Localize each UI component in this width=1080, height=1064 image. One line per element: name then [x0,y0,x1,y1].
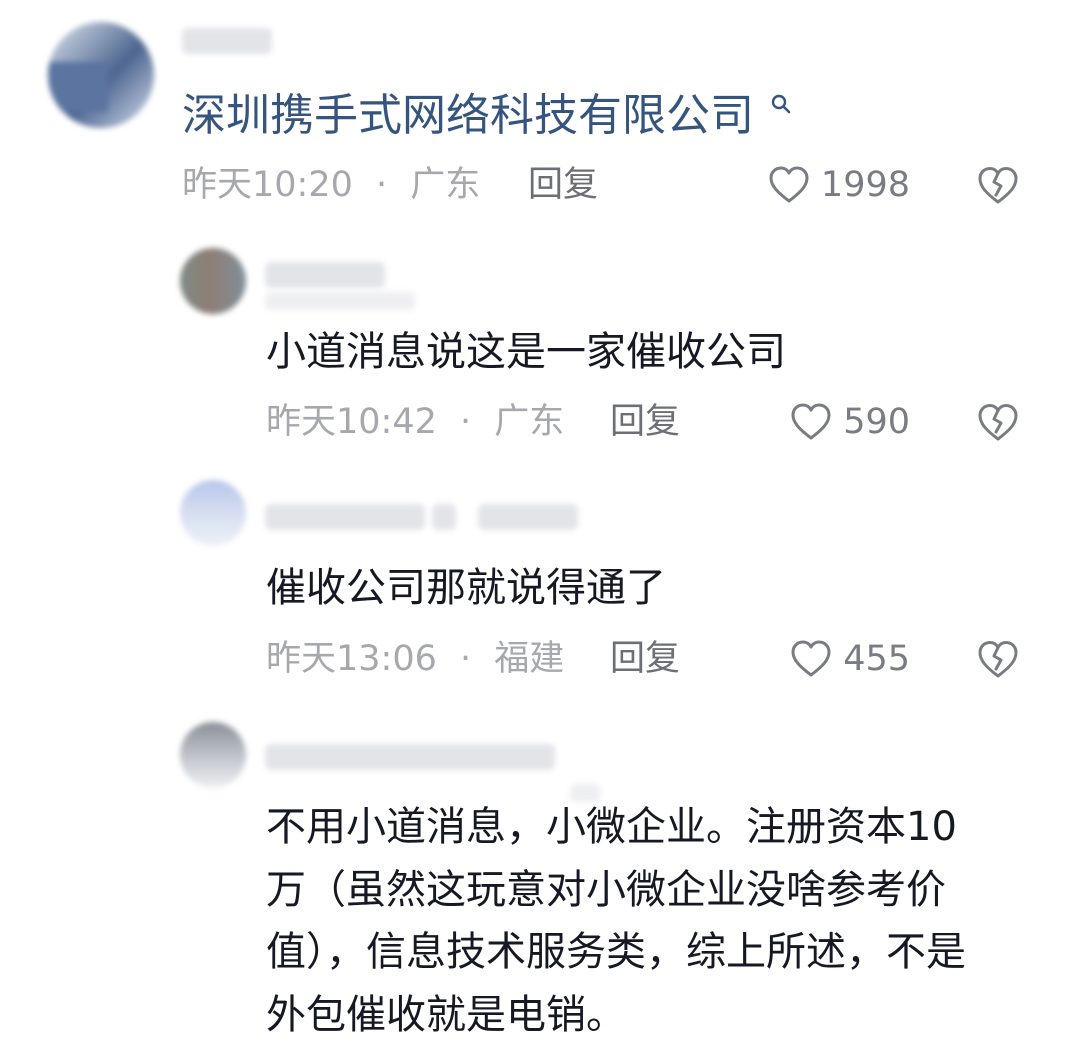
like-button[interactable]: 455 [760,634,910,684]
reply-button[interactable]: 回复 [528,160,598,210]
reply-text: 催收公司那就说得通了 [266,565,666,611]
comment-time: 昨天10:20 [182,165,353,205]
broken-heart-icon[interactable] [975,399,1021,445]
like-button[interactable]: 590 [760,397,910,447]
search-icon[interactable] [770,93,792,115]
comment-time: 昨天10:42 [266,402,437,442]
main-comment-meta: 昨天10:20 · 广东 回复 [182,160,622,210]
reply-avatar[interactable] [180,248,246,314]
reply-username-blurred[interactable] [265,504,425,530]
like-count: 455 [843,639,910,679]
reply-username-blurred[interactable] [265,744,555,770]
comment-time: 昨天13:06 [266,639,437,679]
comment-location: 福建 [494,639,565,679]
reply-button[interactable]: 回复 [610,397,680,447]
reply-button[interactable]: 回复 [610,634,680,684]
reply-avatar[interactable] [180,480,246,546]
heart-icon [791,403,831,440]
reply-username-blurred-extra [265,292,415,310]
meta-separator: · [460,402,472,442]
broken-heart-icon[interactable] [975,162,1021,208]
broken-heart-icon[interactable] [975,636,1021,682]
like-button[interactable]: 1998 [740,160,910,210]
comment-location: 广东 [410,165,481,205]
reply-avatar[interactable] [180,722,246,788]
meta-separator: · [460,639,472,679]
heart-icon [769,166,809,203]
meta-separator: · [376,165,388,205]
company-search-link[interactable]: 深圳携手式网络科技有限公司 [182,88,754,144]
reply-text: 不用小道消息，小微企业。注册资本10万（虽然这玩意对小微企业没啥参考价值），信息… [266,804,966,1038]
reply-meta: 昨天10:42 · 广东 回复 [266,397,706,447]
main-comment-avatar[interactable] [48,22,154,128]
like-count: 590 [843,402,910,442]
like-count: 1998 [820,165,910,205]
reply-username-blurred[interactable] [265,262,385,288]
reply-text: 小道消息说这是一家催收公司 [266,329,786,375]
reply-meta: 昨天13:06 · 福建 回复 [266,634,706,684]
reply-username-blurred-extra [478,504,578,530]
heart-icon [791,640,831,677]
main-comment-username-blurred[interactable] [182,28,272,54]
company-search-link-text[interactable]: 深圳携手式网络科技有限公司 [182,90,754,141]
comment-location: 广东 [494,402,565,442]
reply-username-blurred-extra [432,504,456,530]
